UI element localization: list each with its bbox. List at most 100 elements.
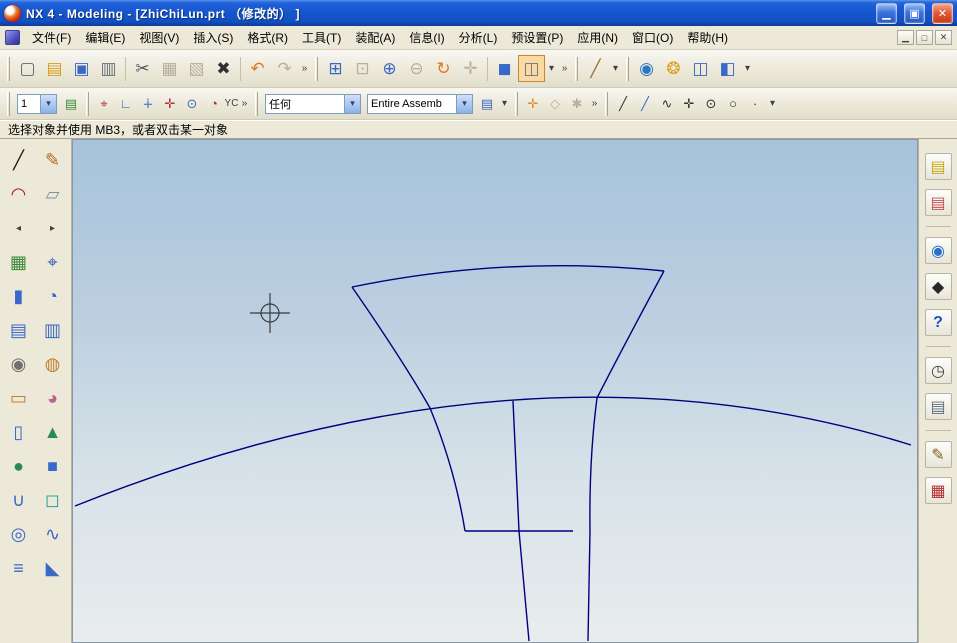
line-tool-icon[interactable]: ╱ xyxy=(4,145,34,175)
mdi-close-button[interactable]: ✕ xyxy=(935,30,952,45)
circle-center-icon[interactable]: ⊙ xyxy=(700,93,722,115)
material-editor-icon[interactable]: ❂ xyxy=(660,55,687,82)
datum-csys-icon[interactable]: ⌖ xyxy=(38,247,68,277)
selection-filter-combo[interactable]: 任何 ▾ xyxy=(265,94,361,114)
scope-dropdown-icon[interactable]: ▾ xyxy=(498,93,511,115)
menu-item-assemblies[interactable]: 装配(A) xyxy=(348,25,402,50)
menu-item-analysis[interactable]: 分析(L) xyxy=(452,25,505,50)
shell-icon[interactable]: ◻ xyxy=(38,485,68,515)
constraints-icon[interactable]: ◇ xyxy=(544,93,566,115)
wireframe-view-icon[interactable]: ◫ xyxy=(518,55,545,82)
toolbar-grip[interactable] xyxy=(315,57,318,81)
restore-button[interactable]: ▣ xyxy=(904,3,925,24)
shaded-view-icon[interactable]: ◼ xyxy=(491,55,518,82)
snap-midpoint-icon[interactable]: ∔ xyxy=(137,93,159,115)
paste-icon[interactable]: ▧ xyxy=(183,55,210,82)
open-book-icon[interactable]: ▥ xyxy=(38,315,68,345)
cylinder-icon[interactable]: ▯ xyxy=(4,417,34,447)
tooth-left-flank[interactable] xyxy=(352,287,465,531)
thread-icon[interactable]: ≡ xyxy=(4,553,34,583)
more-standard-icon[interactable]: » xyxy=(298,55,311,82)
close-button[interactable]: ✕ xyxy=(932,3,953,24)
toolbar-grip[interactable] xyxy=(626,57,629,81)
mdi-restore-button[interactable]: □ xyxy=(916,30,933,45)
profile-icon[interactable]: ╱ xyxy=(634,93,656,115)
more-curve-icon[interactable]: ▾ xyxy=(766,93,779,115)
zoom-window-icon[interactable]: ⊡ xyxy=(349,55,376,82)
snap-intersection-icon[interactable]: ✛ xyxy=(159,93,181,115)
new-icon[interactable]: ▢ xyxy=(14,55,41,82)
menu-item-information[interactable]: 信息(I) xyxy=(402,25,451,50)
menu-item-insert[interactable]: 插入(S) xyxy=(186,25,240,50)
help-icon[interactable]: ? xyxy=(925,309,952,336)
sketch-canvas[interactable] xyxy=(72,139,918,643)
chamfer-icon[interactable]: ◣ xyxy=(38,553,68,583)
measure-distance-icon[interactable]: ╱ xyxy=(582,55,609,82)
circle-icon[interactable]: ○ xyxy=(722,93,744,115)
direct-sketch-icon[interactable]: ✎ xyxy=(38,145,68,175)
toolbar-grip[interactable] xyxy=(515,92,518,116)
menu-item-tools[interactable]: 工具(T) xyxy=(295,25,348,50)
tutorials-icon[interactable]: ◆ xyxy=(925,273,952,300)
snap-quadrant-icon[interactable]: ◔ xyxy=(203,93,225,115)
sweep-icon[interactable]: ∿ xyxy=(38,519,68,549)
dropdown-arrow-icon[interactable]: ▾ xyxy=(344,95,360,113)
assembly-navigator-icon[interactable]: ▤ xyxy=(925,153,952,180)
fit-view-icon[interactable]: ⊞ xyxy=(322,55,349,82)
history-icon[interactable]: ◷ xyxy=(925,357,952,384)
plus-point-icon[interactable]: ✛ xyxy=(678,93,700,115)
more-snap-icon[interactable]: » xyxy=(238,93,251,115)
work-layer-combo[interactable]: 1 ▾ xyxy=(17,94,57,114)
print-icon[interactable]: ▥ xyxy=(95,55,122,82)
mdi-minimize-button[interactable]: ▁ xyxy=(897,30,914,45)
more-view-icon[interactable]: » xyxy=(558,55,571,82)
hole-icon[interactable]: ◉ xyxy=(4,349,34,379)
scene-display-icon[interactable]: ◧ xyxy=(714,55,741,82)
point-icon[interactable]: ∙ xyxy=(744,93,766,115)
selection-scope-combo[interactable]: Entire Assemb ▾ xyxy=(367,94,473,114)
toolbar-grip[interactable] xyxy=(7,92,10,116)
menu-item-edit[interactable]: 编辑(E) xyxy=(78,25,132,50)
wcs-yc-icon[interactable]: YC xyxy=(225,93,238,115)
snap-point-icon[interactable]: ⌖ xyxy=(93,93,115,115)
spline-icon[interactable]: ∿ xyxy=(656,93,678,115)
unite-icon[interactable]: ∪ xyxy=(4,485,34,515)
zoom-in-out-icon[interactable]: ⊕ xyxy=(376,55,403,82)
next-group-icon[interactable]: ▸ xyxy=(38,213,68,243)
graphics-window[interactable] xyxy=(72,139,918,643)
delete-icon[interactable]: ✖ xyxy=(210,55,237,82)
menu-item-preferences[interactable]: 预设置(P) xyxy=(504,25,570,50)
magnify-icon[interactable]: ⊖ xyxy=(403,55,430,82)
extrude-icon[interactable]: ▮ xyxy=(4,281,34,311)
tube-icon[interactable]: ◎ xyxy=(4,519,34,549)
menu-item-help[interactable]: 帮助(H) xyxy=(680,25,735,50)
information-window-icon[interactable]: ▤ xyxy=(925,393,952,420)
undo-icon[interactable]: ↶ xyxy=(244,55,271,82)
web-browser-icon[interactable]: ◉ xyxy=(925,237,952,264)
more-visual-icon[interactable]: ▾ xyxy=(741,55,754,82)
rotate-view-icon[interactable]: ↻ xyxy=(430,55,457,82)
sheet-bodies-icon[interactable]: ▤ xyxy=(4,315,34,345)
dropdown-arrow-icon[interactable]: ▾ xyxy=(456,95,472,113)
cut-icon[interactable]: ✂ xyxy=(129,55,156,82)
menu-item-application[interactable]: 应用(N) xyxy=(570,25,625,50)
redo-icon[interactable]: ↷ xyxy=(271,55,298,82)
menu-item-format[interactable]: 格式(R) xyxy=(240,25,295,50)
layer-settings-icon[interactable]: ▤ xyxy=(60,93,82,115)
sphere-icon[interactable]: ● xyxy=(4,451,34,481)
spreadsheet-icon[interactable]: ▦ xyxy=(925,477,952,504)
prev-group-icon[interactable]: ◂ xyxy=(4,213,34,243)
move-object-icon[interactable]: ✛ xyxy=(522,93,544,115)
measure-dropdown-icon[interactable]: ▾ xyxy=(609,55,622,82)
open-icon[interactable]: ▤ xyxy=(41,55,68,82)
dome-icon[interactable]: ◕ xyxy=(38,383,68,413)
minimize-button[interactable]: ▁ xyxy=(876,3,897,24)
toolbar-grip[interactable] xyxy=(575,57,578,81)
toolbar-grip[interactable] xyxy=(255,92,258,116)
pocket-icon[interactable]: ▭ xyxy=(4,383,34,413)
annotation-editor-icon[interactable]: ✎ xyxy=(925,441,952,468)
toolbar-grip[interactable] xyxy=(7,57,10,81)
menu-item-view[interactable]: 视图(V) xyxy=(132,25,186,50)
toolbar-grip[interactable] xyxy=(605,92,608,116)
datum-plane-icon[interactable]: ▱ xyxy=(38,179,68,209)
